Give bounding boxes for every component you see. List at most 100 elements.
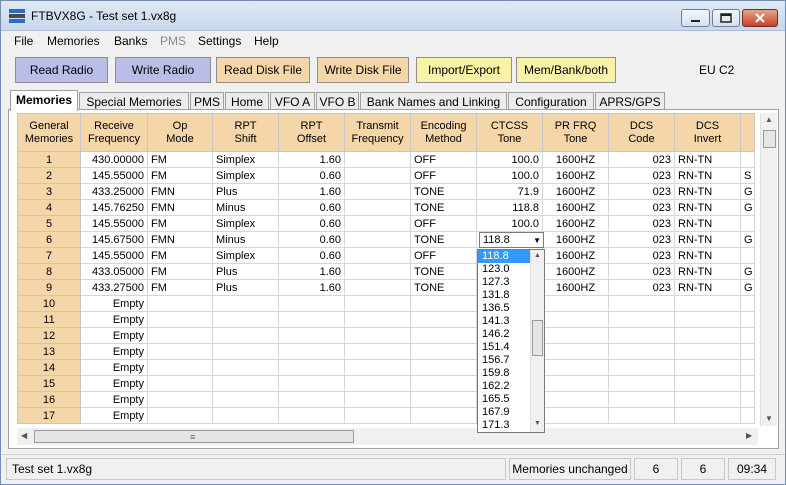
cell-rpt-shift[interactable]: Minus [212,231,279,248]
cell-transmit-frequency[interactable] [344,215,411,232]
cell-overflow[interactable]: G [740,231,755,248]
cell-receive-frequency[interactable]: Empty [80,295,148,312]
cell-memory-number[interactable]: 6 [17,231,81,248]
cell-memory-number[interactable]: 4 [17,199,81,216]
cell-op-mode[interactable] [147,391,213,408]
tab-configuration[interactable]: Configuration [508,92,594,110]
column-header-overflow[interactable] [740,113,755,152]
cell-overflow[interactable] [740,311,755,328]
cell-rpt-offset[interactable]: 1.60 [278,151,345,168]
cell-rpt-offset[interactable] [278,391,345,408]
dropdown-option[interactable]: 136.5 [478,302,530,315]
table-row[interactable]: 16 Empty [17,391,755,408]
menu-pms[interactable]: PMS [160,34,186,48]
column-header-rpt-shift[interactable]: RPT Shift [212,113,279,152]
cell-overflow[interactable]: S [740,167,755,184]
cell-rpt-shift[interactable] [212,327,279,344]
cell-rpt-offset[interactable]: 0.60 [278,167,345,184]
cell-receive-frequency[interactable]: 433.05000 [80,263,148,280]
memory-grid[interactable]: General Memories Receive Frequency Op Mode RPT… [17,113,758,426]
cell-memory-number[interactable]: 15 [17,375,81,392]
cell-rpt-shift[interactable] [212,343,279,360]
cell-memory-number[interactable]: 17 [17,407,81,424]
table-row[interactable]: 5 145.55000 FM Simplex 0.60 OFF 100.0 1600HZ 023… [17,215,755,232]
ctcss-tone-combo[interactable]: 118.8 ▼ [479,232,544,248]
table-row[interactable]: 11 Empty [17,311,755,328]
cell-memory-number[interactable]: 1 [17,151,81,168]
cell-overflow[interactable] [740,359,755,376]
cell-pr-frq-tone[interactable]: 1600HZ [542,279,609,296]
cell-dcs-code[interactable]: 023 [608,167,675,184]
cell-encoding-method[interactable] [410,391,477,408]
maximize-button[interactable] [712,9,740,27]
cell-rpt-shift[interactable]: Simplex [212,215,279,232]
cell-dcs-invert[interactable] [674,343,741,360]
cell-memory-number[interactable]: 5 [17,215,81,232]
cell-overflow[interactable] [740,407,755,424]
cell-dcs-invert[interactable] [674,311,741,328]
cell-receive-frequency[interactable]: 145.55000 [80,215,148,232]
cell-transmit-frequency[interactable] [344,247,411,264]
cell-dcs-code[interactable]: 023 [608,199,675,216]
read-disk-file-button[interactable]: Read Disk File [216,57,310,83]
table-row[interactable]: 8 433.05000 FM Plus 1.60 TONE 1600HZ 023 RN-TN G [17,263,755,280]
cell-rpt-shift[interactable] [212,407,279,424]
dropdown-scroll-down-icon[interactable]: ▼ [534,420,541,427]
cell-rpt-shift[interactable]: Simplex [212,167,279,184]
table-row[interactable]: 14 Empty [17,359,755,376]
vertical-scrollbar[interactable]: ▲ ▼ [760,113,777,426]
cell-op-mode[interactable] [147,407,213,424]
cell-pr-frq-tone[interactable]: 1600HZ [542,247,609,264]
cell-receive-frequency[interactable]: 145.67500 [80,231,148,248]
cell-op-mode[interactable] [147,327,213,344]
cell-dcs-invert[interactable] [674,359,741,376]
cell-rpt-offset[interactable]: 1.60 [278,279,345,296]
cell-dcs-invert[interactable] [674,407,741,424]
cell-transmit-frequency[interactable] [344,167,411,184]
column-header-receive-frequency[interactable]: Receive Frequency [80,113,148,152]
column-header-dcs-invert[interactable]: DCS Invert [674,113,741,152]
dropdown-scrollbar[interactable]: ▲ ▼ [530,250,544,432]
cell-rpt-shift[interactable]: Plus [212,183,279,200]
cell-transmit-frequency[interactable] [344,391,411,408]
dropdown-option[interactable]: 167.9 [478,406,530,419]
minimize-button[interactable] [681,9,710,27]
table-row[interactable]: 10 Empty [17,295,755,312]
cell-rpt-shift[interactable] [212,375,279,392]
column-header-pr-frq-tone[interactable]: PR FRQ Tone [542,113,609,152]
cell-receive-frequency[interactable]: Empty [80,375,148,392]
cell-op-mode[interactable]: FM [147,215,213,232]
cell-pr-frq-tone[interactable]: 1600HZ [542,151,609,168]
chevron-down-icon[interactable]: ▼ [533,234,541,248]
cell-op-mode[interactable] [147,311,213,328]
tab-vfo-b[interactable]: VFO B [316,92,359,110]
table-row[interactable]: 9 433.27500 FM Plus 1.60 TONE 1600HZ 023 RN-TN G [17,279,755,296]
cell-rpt-offset[interactable] [278,375,345,392]
cell-ctcss-tone[interactable]: 71.9 [476,183,543,200]
cell-dcs-invert[interactable]: RN-TN [674,167,741,184]
cell-encoding-method[interactable] [410,375,477,392]
dropdown-option[interactable]: 162.2 [478,380,530,393]
cell-overflow[interactable] [740,247,755,264]
dropdown-option[interactable]: 156.7 [478,354,530,367]
cell-ctcss-tone[interactable]: 100.0 [476,151,543,168]
tab-memories[interactable]: Memories [10,90,78,111]
cell-ctcss-tone[interactable]: 100.0 [476,167,543,184]
horizontal-scrollbar[interactable]: ◀ ≡ ▶ [17,428,758,445]
cell-op-mode[interactable] [147,343,213,360]
scroll-right-icon[interactable]: ▶ [746,431,752,440]
cell-rpt-shift[interactable]: Simplex [212,151,279,168]
cell-ctcss-tone[interactable]: 100.0 [476,215,543,232]
cell-dcs-code[interactable] [608,343,675,360]
cell-op-mode[interactable]: FM [147,151,213,168]
cell-dcs-code[interactable] [608,295,675,312]
table-row[interactable]: 6 145.67500 FMN Minus 0.60 TONE 1600HZ 023 RN-TN… [17,231,755,248]
cell-overflow[interactable]: G [740,183,755,200]
cell-rpt-offset[interactable]: 0.60 [278,215,345,232]
table-row[interactable]: 4 145.76250 FMN Minus 0.60 TONE 118.8 1600HZ 023… [17,199,755,216]
cell-pr-frq-tone[interactable]: 1600HZ [542,263,609,280]
cell-pr-frq-tone[interactable] [542,295,609,312]
dropdown-option[interactable]: 171.3 [478,419,530,432]
cell-receive-frequency[interactable]: Empty [80,327,148,344]
cell-encoding-method[interactable]: OFF [410,151,477,168]
